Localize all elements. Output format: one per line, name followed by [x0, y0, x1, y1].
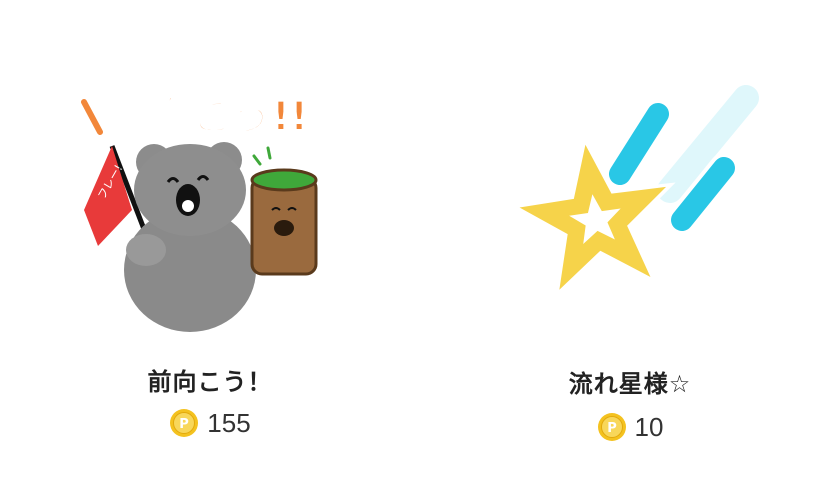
- sticker-title-text: 前向こう!!: [112, 94, 308, 140]
- sticker-price: P 155: [0, 408, 420, 438]
- sticker-item-nagareboshi[interactable]: 流れ星様☆ P 10: [420, 0, 840, 498]
- coin-icon: P: [170, 409, 199, 437]
- svg-text:P: P: [607, 421, 617, 436]
- sticker-title: 流れ星様☆: [568, 370, 692, 398]
- price-value: 155: [207, 408, 251, 438]
- sticker-item-maemuko[interactable]: 前向こう!! フレー! 前向こう！ P 155: [0, 0, 420, 498]
- sticker-title: 前向こう！: [147, 368, 273, 396]
- coin-icon: P: [597, 413, 626, 441]
- price-value: 10: [634, 412, 664, 442]
- shooting-star-sticker-icon: [509, 81, 760, 299]
- sticker-price: P 10: [420, 412, 840, 442]
- koala-sticker-icon: 前向こう!! フレー!: [81, 93, 318, 332]
- svg-text:P: P: [180, 417, 190, 432]
